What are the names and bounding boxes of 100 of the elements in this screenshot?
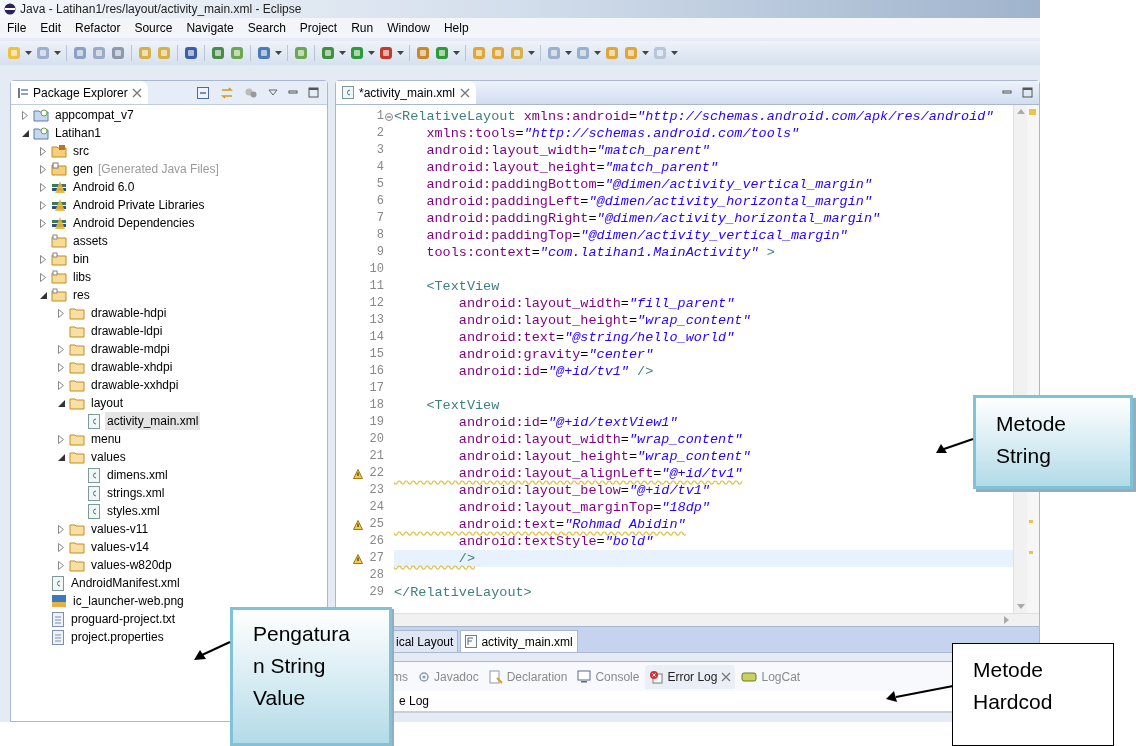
tree-item[interactable]: dimens.xml [105, 466, 170, 484]
collapsed-arrow-icon[interactable] [58, 380, 64, 390]
collapsed-arrow-icon[interactable] [40, 200, 46, 210]
tree-item[interactable]: values [89, 448, 128, 466]
collapsed-arrow-icon[interactable] [40, 182, 46, 192]
tree-item[interactable]: project.properties [69, 628, 166, 646]
collapsed-arrow-icon[interactable] [58, 524, 64, 534]
tree-item[interactable]: AndroidManifest.xml [69, 574, 182, 592]
collapsed-arrow-icon[interactable] [40, 272, 46, 282]
menu-bar-entry[interactable]: Help [442, 19, 470, 37]
package-explorer-tab[interactable]: Package Explorer [11, 81, 148, 104]
tree-item[interactable]: activity_main.xml [105, 412, 201, 430]
collapsed-arrow-icon[interactable] [40, 218, 46, 228]
caret-icon[interactable] [453, 51, 460, 55]
warning-marker [1029, 520, 1033, 523]
code-line: android:id="@+id/textView1" [457, 414, 678, 431]
collapsed-arrow-icon[interactable] [40, 254, 46, 264]
tree-item[interactable]: src [71, 142, 91, 160]
maximize-icon[interactable] [308, 87, 319, 98]
close-icon[interactable] [721, 671, 732, 682]
tree-item[interactable]: assets [71, 232, 110, 250]
caret-icon[interactable] [397, 51, 404, 55]
scroll-up-icon[interactable] [1016, 109, 1025, 114]
line-number: 9 [375, 244, 384, 261]
collapsed-arrow-icon[interactable] [58, 344, 64, 354]
menu-bar-entry[interactable]: Run [350, 19, 375, 37]
code-line: xmlns:tools="http://schemas.android.com/tools" [425, 125, 800, 142]
caret-icon[interactable] [594, 51, 601, 55]
collapsed-arrow-icon[interactable] [58, 434, 64, 444]
collapsed-arrow-icon[interactable] [22, 110, 28, 120]
caret-icon[interactable] [565, 51, 572, 55]
caret-icon[interactable] [528, 51, 535, 55]
tree-item[interactable]: gen [71, 160, 96, 178]
expanded-arrow-icon[interactable] [57, 453, 65, 461]
tree-item[interactable]: ic_launcher-web.png [71, 592, 186, 610]
tree-item[interactable]: drawable-hdpi [89, 304, 169, 322]
editor-tab[interactable]: *activity_main.xml [336, 81, 477, 104]
collapsed-arrow-icon[interactable] [58, 560, 64, 570]
expanded-arrow-icon[interactable] [39, 291, 47, 299]
menu-bar-entry[interactable]: Source [133, 19, 174, 37]
caret-icon[interactable] [368, 51, 375, 55]
tree-item[interactable]: strings.xml [105, 484, 167, 502]
link-editor-icon[interactable] [220, 85, 234, 100]
caret-icon[interactable] [339, 51, 346, 55]
close-icon[interactable] [131, 87, 142, 98]
expanded-arrow-icon[interactable] [57, 399, 65, 407]
tree-item[interactable]: layout [89, 394, 126, 412]
tree-item[interactable]: appcompat_v7 [53, 106, 136, 124]
collapse-all-icon[interactable] [196, 85, 210, 100]
tree-item[interactable]: styles.xml [105, 502, 162, 520]
collapsed-arrow-icon[interactable] [40, 164, 46, 174]
tree-item[interactable]: values-w820dp [89, 556, 174, 574]
caret-icon[interactable] [642, 51, 649, 55]
tree-item[interactable]: values-v11 [89, 520, 151, 538]
menu-bar-entry[interactable]: Edit [39, 19, 63, 37]
editor-tab[interactable]: activity_main.xml [460, 630, 578, 652]
code-line: android:paddingTop="@dimen/activity_vertical_margin" [425, 227, 848, 244]
code-line: android:layout_width="match_parent" [425, 142, 710, 159]
collapsed-arrow-icon[interactable] [58, 542, 64, 552]
menu-bar-entry[interactable]: Project [298, 19, 339, 37]
collapsed-arrow-icon[interactable] [40, 146, 46, 156]
tree-item[interactable]: drawable-xxhdpi [89, 376, 181, 394]
editor-tab[interactable]: ical Layout [391, 630, 459, 652]
view-menu-icon[interactable] [268, 88, 278, 97]
tree-item[interactable]: libs [71, 268, 93, 286]
tree-item[interactable]: menu [89, 430, 124, 448]
menu-bar-entry[interactable]: Refactor [74, 19, 122, 37]
caret-icon[interactable] [25, 51, 32, 55]
code-line: android:layout_height="match_parent" [425, 159, 719, 176]
tree-item[interactable]: Android 6.0 [71, 178, 137, 196]
tree-item[interactable]: drawable-mdpi [89, 340, 172, 358]
collapsed-arrow-icon[interactable] [58, 308, 64, 318]
caret-icon[interactable] [54, 51, 61, 55]
view-tab[interactable]: Error Log [645, 664, 736, 689]
tree-item[interactable]: Android Private Libraries [71, 196, 207, 214]
menu-bar-entry[interactable]: File [6, 19, 28, 37]
tree-item[interactable]: Android Dependencies [71, 214, 197, 232]
expanded-arrow-icon[interactable] [21, 129, 29, 137]
collapsed-arrow-icon[interactable] [58, 362, 64, 372]
line-number: 3 [375, 142, 384, 159]
tree-item[interactable]: Latihan1 [53, 124, 104, 142]
caret-icon[interactable] [671, 51, 678, 55]
tree-item[interactable]: bin [71, 250, 91, 268]
menu-bar-entry[interactable]: Search [246, 19, 287, 37]
scroll-down-icon[interactable] [1016, 604, 1025, 609]
line-number: 22 [368, 465, 384, 482]
tree-item[interactable]: proguard-project.txt [69, 610, 178, 628]
tree-item[interactable]: values-v14 [89, 538, 152, 556]
tree-item[interactable]: drawable-xhdpi [89, 358, 175, 376]
text-file-icon [51, 611, 65, 627]
caret-icon[interactable] [275, 51, 282, 55]
close-icon[interactable] [460, 87, 471, 98]
menu-bar-entry[interactable]: Window [386, 19, 431, 37]
scroll-right-icon[interactable] [1004, 616, 1009, 624]
maximize-icon[interactable] [1022, 87, 1033, 98]
line-number: 6 [375, 193, 384, 210]
tree-item[interactable]: drawable-ldpi [89, 322, 165, 340]
menu-bar-entry[interactable]: Navigate [185, 19, 235, 37]
tree-item[interactable]: res [71, 286, 92, 304]
fold-icon[interactable] [385, 112, 393, 121]
